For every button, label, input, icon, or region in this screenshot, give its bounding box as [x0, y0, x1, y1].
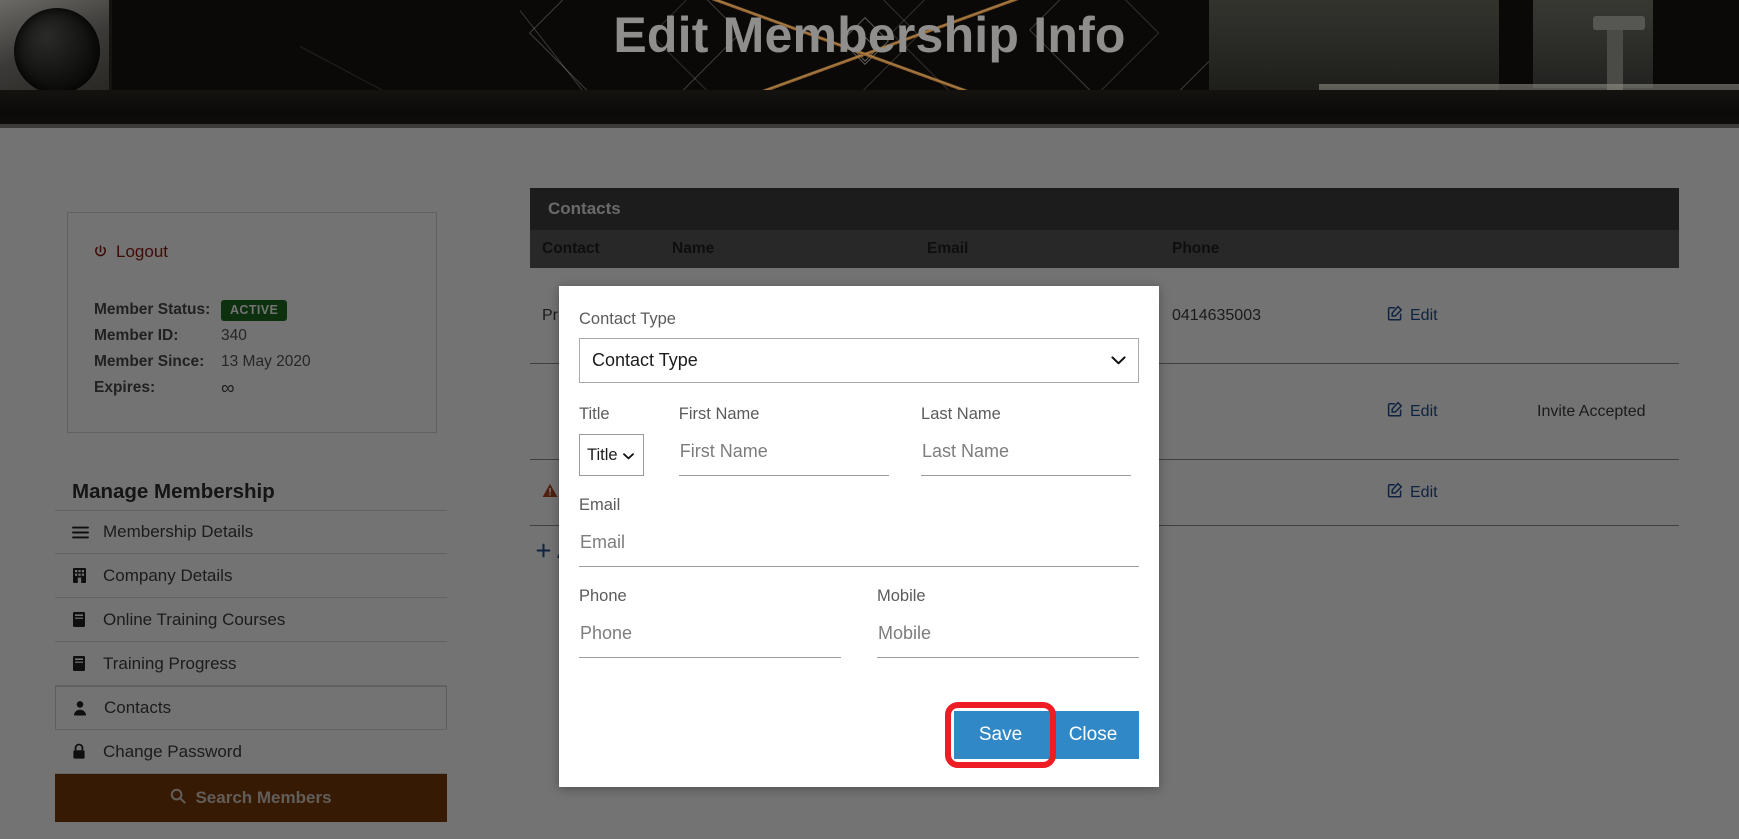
phone-field-group: Phone: [579, 587, 841, 658]
title-selected-value: Title: [587, 446, 618, 465]
first-name-label: First Name: [679, 405, 921, 424]
mobile-label: Mobile: [877, 587, 1139, 606]
phone-label: Phone: [579, 587, 841, 606]
name-fields-row: Title Title First Name L: [579, 405, 1139, 476]
email-input[interactable]: [579, 525, 1139, 567]
contact-type-field-group: Contact Type Contact Type: [579, 310, 1139, 383]
phone-input[interactable]: [579, 616, 841, 658]
page-hero-banner: Edit Membership Info: [0, 0, 1739, 128]
last-name-field-group: Last Name: [921, 405, 1139, 476]
last-name-input[interactable]: [921, 434, 1131, 476]
save-button-wrapper: Save: [954, 711, 1047, 759]
app-root: Edit Membership Info Logout Member Statu…: [0, 0, 1739, 839]
email-field-group: Email: [579, 496, 1139, 567]
title-label: Title: [579, 405, 679, 424]
page-body: Logout Member Status: ACTIVE Member ID: …: [0, 128, 1739, 839]
chevron-down-icon: [623, 446, 634, 465]
page-title: Edit Membership Info: [0, 6, 1739, 64]
phone-fields-row: Phone Mobile: [579, 587, 1139, 658]
close-button[interactable]: Close: [1047, 711, 1139, 759]
first-name-input[interactable]: [679, 434, 889, 476]
save-button[interactable]: Save: [954, 711, 1047, 759]
title-field-group: Title Title: [579, 405, 679, 476]
email-label: Email: [579, 496, 1139, 515]
first-name-field-group: First Name: [679, 405, 921, 476]
last-name-label: Last Name: [921, 405, 1139, 424]
contact-type-label: Contact Type: [579, 310, 1139, 329]
title-select[interactable]: Title: [579, 434, 644, 476]
contact-type-selected-value: Contact Type: [592, 350, 698, 371]
edit-contact-modal: Contact Type Contact Type Title Title: [559, 286, 1159, 787]
modal-button-bar: Save Close: [954, 711, 1139, 759]
mobile-field-group: Mobile: [877, 587, 1139, 658]
hero-floor: [0, 90, 1739, 128]
contact-type-select[interactable]: Contact Type: [579, 338, 1139, 383]
chevron-down-icon: [1111, 352, 1126, 369]
mobile-input[interactable]: [877, 616, 1139, 658]
